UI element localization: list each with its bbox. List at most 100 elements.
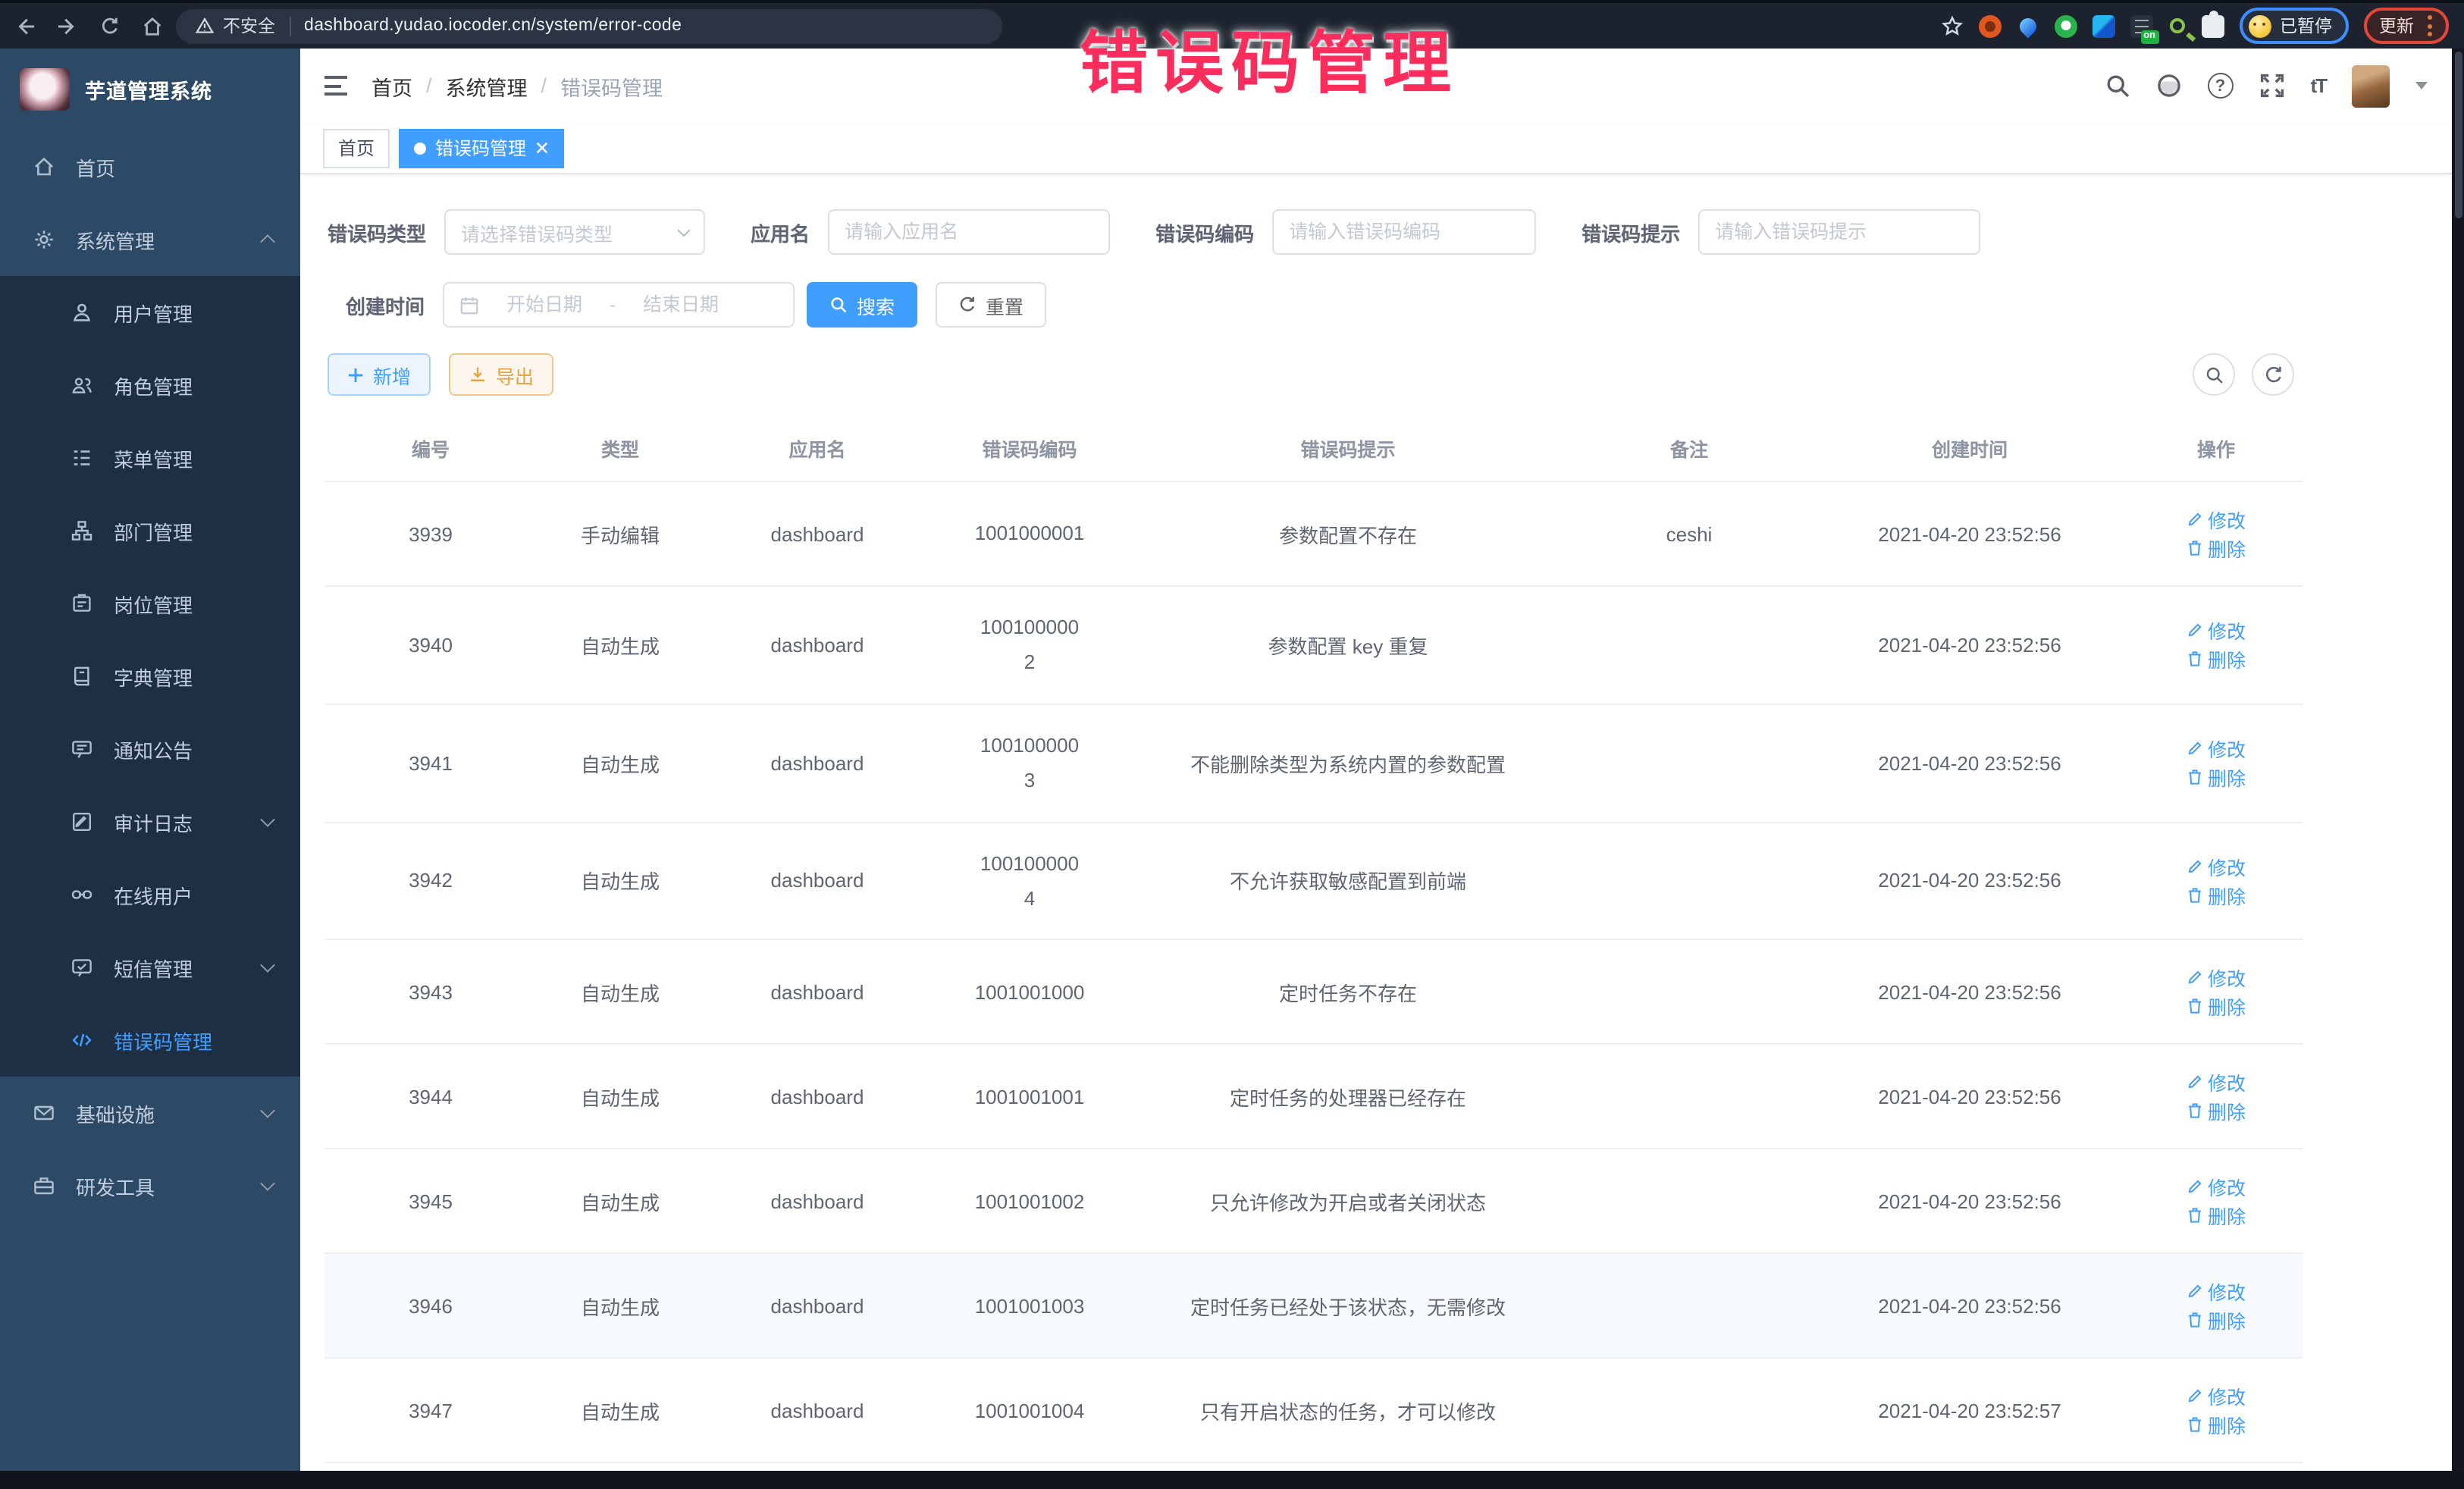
vertical-scrollbar[interactable] xyxy=(2452,49,2464,1471)
sidebar-item-notices[interactable]: 通知公告 xyxy=(0,713,300,785)
fullscreen-icon[interactable] xyxy=(2259,73,2284,99)
delete-link[interactable]: 删除 xyxy=(2187,763,2246,792)
edit-link[interactable]: 修改 xyxy=(2187,1382,2246,1411)
sidebar-item-online-users[interactable]: 在线用户 xyxy=(0,858,300,931)
create-time-range-picker[interactable]: - xyxy=(443,282,795,328)
extension-list-icon[interactable]: on xyxy=(2130,14,2152,37)
edit-link[interactable]: 修改 xyxy=(2187,1277,2246,1306)
back-icon[interactable] xyxy=(15,16,35,36)
sidebar-item-error-code[interactable]: 错误码管理 xyxy=(0,1004,300,1077)
infrastructure-icon xyxy=(33,1102,55,1124)
error-code-input[interactable] xyxy=(1289,221,1519,243)
breadcrumb: 首页 / 系统管理 / 错误码管理 xyxy=(371,71,663,101)
breadcrumb-home[interactable]: 首页 xyxy=(371,71,412,101)
extension-green-check-icon[interactable] xyxy=(2054,14,2077,37)
sidebar-item-roles[interactable]: 角色管理 xyxy=(0,349,300,422)
close-icon[interactable] xyxy=(535,141,549,155)
col-hint: 错误码提示 xyxy=(1128,415,1568,481)
breadcrumb-system[interactable]: 系统管理 xyxy=(446,71,528,101)
sidebar-item-dictionary[interactable]: 字典管理 xyxy=(0,640,300,713)
table-row: 3944自动生成dashboard1001001001定时任务的处理器已经存在2… xyxy=(324,1045,2303,1149)
delete-link[interactable]: 删除 xyxy=(2187,1202,2246,1230)
delete-link[interactable]: 删除 xyxy=(2187,1306,2246,1335)
sidebar-item-infrastructure[interactable]: 基础设施 xyxy=(0,1077,300,1149)
url-bar[interactable]: 不安全 dashboard.yudao.iocoder.cn/system/er… xyxy=(176,8,1002,43)
sidebar-item-home[interactable]: 首页 xyxy=(0,130,300,203)
col-app: 应用名 xyxy=(704,415,931,481)
sidebar-item-sms[interactable]: 短信管理 xyxy=(0,931,300,1004)
sidebar-item-menus[interactable]: 菜单管理 xyxy=(0,422,300,494)
edit-link[interactable]: 修改 xyxy=(2187,964,2246,992)
reload-icon[interactable] xyxy=(100,16,120,36)
table-row: 3940自动生成dashboard100100000 2参数配置 key 重复2… xyxy=(324,586,2303,704)
col-id: 编号 xyxy=(324,415,537,481)
forward-icon[interactable] xyxy=(58,16,77,36)
extension-orange-icon[interactable] xyxy=(1978,14,2001,37)
delete-link[interactable]: 删除 xyxy=(2187,881,2246,910)
security-label[interactable]: 不安全 xyxy=(223,14,275,38)
extension-key-icon[interactable] xyxy=(2169,18,2184,33)
start-date-input[interactable] xyxy=(490,294,599,315)
user-avatar[interactable] xyxy=(2352,64,2390,107)
profile-paused-chip[interactable]: 已暂停 xyxy=(2239,8,2349,44)
add-button[interactable]: 新增 xyxy=(328,353,431,396)
edit-link[interactable]: 修改 xyxy=(2187,616,2246,645)
calendar-icon xyxy=(459,295,479,315)
tab-error-code[interactable]: 错误码管理 xyxy=(399,128,564,168)
search-icon[interactable] xyxy=(2104,73,2130,99)
home-icon xyxy=(33,156,55,177)
sidebar-item-audit-log[interactable]: 审计日志 xyxy=(0,785,300,858)
sidebar-item-system[interactable]: 系统管理 xyxy=(0,203,300,276)
browser-chrome: 不安全 dashboard.yudao.iocoder.cn/system/er… xyxy=(0,0,2464,49)
edit-link[interactable]: 修改 xyxy=(2187,1068,2246,1097)
gear-icon xyxy=(33,229,55,250)
app-name-label: 应用名 xyxy=(751,218,810,246)
warning-icon xyxy=(196,17,214,35)
end-date-input[interactable] xyxy=(626,294,735,315)
browser-menu-icon[interactable] xyxy=(2426,14,2434,38)
delete-link[interactable]: 删除 xyxy=(2187,1411,2246,1440)
create-time-label: 创建时间 xyxy=(328,290,425,319)
font-size-icon[interactable]: tT xyxy=(2310,74,2326,97)
bookmark-star-icon[interactable] xyxy=(1940,14,1963,37)
sidebar-item-dev-tools[interactable]: 研发工具 xyxy=(0,1149,300,1222)
extensions-puzzle-icon[interactable] xyxy=(2201,14,2224,37)
app-header: 首页 / 系统管理 / 错误码管理 ? tT xyxy=(300,49,2452,123)
delete-link[interactable]: 删除 xyxy=(2187,1097,2246,1126)
home-icon[interactable] xyxy=(143,16,162,36)
delete-link[interactable]: 删除 xyxy=(2187,992,2246,1021)
help-icon[interactable]: ? xyxy=(2207,73,2233,99)
refresh-button[interactable] xyxy=(2252,353,2294,396)
export-button[interactable]: 导出 xyxy=(449,353,553,396)
url-text: dashboard.yudao.iocoder.cn/system/error-… xyxy=(304,17,682,35)
paused-label: 已暂停 xyxy=(2280,14,2332,38)
tab-home[interactable]: 首页 xyxy=(323,128,390,168)
avatar-caret-icon[interactable] xyxy=(2415,82,2428,89)
error-hint-input[interactable] xyxy=(1715,221,1964,243)
edit-link[interactable]: 修改 xyxy=(2187,1173,2246,1202)
app-logo[interactable]: 芋道管理系统 xyxy=(0,49,300,130)
toggle-search-button[interactable] xyxy=(2193,353,2235,396)
search-button[interactable]: 搜索 xyxy=(807,282,917,328)
sms-icon xyxy=(71,957,92,978)
app-name-input[interactable] xyxy=(845,221,1093,243)
delete-link[interactable]: 删除 xyxy=(2187,534,2246,563)
sidebar-item-posts[interactable]: 岗位管理 xyxy=(0,567,300,640)
edit-link[interactable]: 修改 xyxy=(2187,852,2246,881)
extension-location-icon[interactable] xyxy=(2016,14,2039,37)
post-icon xyxy=(71,593,92,614)
delete-link[interactable]: 删除 xyxy=(2187,645,2246,674)
extension-on-badge: on xyxy=(2140,30,2158,43)
sidebar-item-users[interactable]: 用户管理 xyxy=(0,276,300,349)
error-type-select[interactable]: 请选择错误码类型 xyxy=(444,209,705,255)
extension-blue-grid-icon[interactable] xyxy=(2092,15,2114,38)
reset-button[interactable]: 重置 xyxy=(936,282,1046,328)
hamburger-icon[interactable] xyxy=(324,76,347,96)
table-row: 3942自动生成dashboard100100000 4不允许获取敏感配置到前端… xyxy=(324,822,2303,940)
browser-update-button[interactable]: 更新 xyxy=(2364,8,2449,44)
edit-link[interactable]: 修改 xyxy=(2187,734,2246,763)
edit-link[interactable]: 修改 xyxy=(2187,505,2246,534)
table-row: 3943自动生成dashboard1001001000定时任务不存在2021-0… xyxy=(324,940,2303,1045)
github-icon[interactable] xyxy=(2155,73,2181,99)
sidebar-item-departments[interactable]: 部门管理 xyxy=(0,494,300,567)
